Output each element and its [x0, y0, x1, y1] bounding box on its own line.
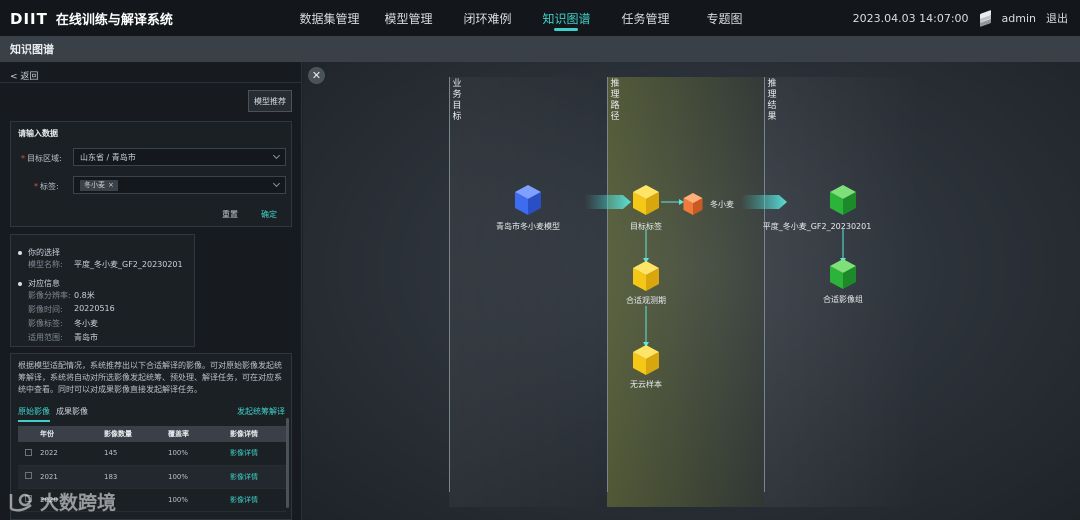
edge-arrow [741, 195, 787, 209]
tab-raw-images[interactable]: 原始影像 [18, 406, 50, 422]
info-row: 适用范围: 青岛市 [28, 333, 98, 342]
page-title: 知识图谱 [10, 43, 54, 56]
reset-button[interactable]: 重置 [222, 209, 238, 220]
left-panel: < 返回 模型推荐 请输入数据 * 目标区域: 山东省 / 青岛市 * 标签: 冬小… [0, 62, 302, 520]
logout-link[interactable]: 退出 [1046, 10, 1068, 26]
app-title: 在线训练与解译系统 [55, 13, 173, 28]
selection-info: 你的选择 模型名称: 平度_冬小麦_GF2_20230201 对应信息 影像分辨率… [10, 234, 195, 347]
cloud-free-node-label: 无云样本 [630, 380, 662, 389]
confirm-button[interactable]: 确定 [261, 209, 277, 220]
region-value: 山东省 / 青岛市 [80, 152, 136, 162]
tags-label: * 标签: [34, 182, 59, 191]
table-row: 2021 183 100% 影像详情 [18, 465, 286, 489]
target-node-label: 目标标签 [630, 222, 662, 231]
crop-node-icon[interactable] [682, 192, 704, 216]
watermark-text: 大数跨境 [40, 492, 117, 514]
info-row: 影像标签: 冬小麦 [28, 319, 98, 328]
chevron-down-icon [272, 151, 281, 160]
model-node-icon[interactable] [513, 184, 543, 216]
image-detail-link[interactable]: 影像详情 [230, 473, 258, 481]
table-scrollbar[interactable] [286, 418, 289, 508]
table-row: 2022 145 100% 影像详情 [18, 442, 286, 466]
nav-item-model[interactable]: 模型管理 [369, 0, 448, 36]
edge-arrow [585, 195, 631, 209]
header-right: 2023.04.03 14:07:00 admin 退出 [853, 0, 1068, 36]
batch-interpret-link[interactable]: 发起统筹解译 [237, 406, 285, 417]
logo-mark: DIIT [10, 9, 48, 28]
tab-result-images[interactable]: 成果影像 [56, 406, 88, 422]
main-nav: 数据集管理 模型管理 闭环难例 知识图谱 任务管理 专题图 [290, 0, 764, 36]
image-tabs: 原始影像 成果影像 [18, 406, 88, 422]
phase-node-icon[interactable] [631, 260, 661, 292]
cloud-free-node-icon[interactable] [631, 344, 661, 376]
datetime: 2023.04.03 14:07:00 [852, 11, 969, 25]
image-detail-link[interactable]: 影像详情 [230, 496, 258, 504]
result-node-icon[interactable] [828, 184, 858, 216]
info-row: 影像分辨率: 0.8米 [28, 291, 95, 300]
recommend-description: 根据模型适配情况，系统推荐出以下合适解译的影像。可对原始影像发起统筹解译，系统将… [18, 361, 282, 394]
model-node-label: 青岛市冬小麦模型 [496, 222, 560, 231]
region-label: * 目标区域: [21, 154, 62, 163]
region-select[interactable]: 山东省 / 青岛市 [73, 148, 286, 166]
nav-item-hard-cases[interactable]: 闭环难例 [448, 0, 527, 36]
table-header: 年份 影像数量 覆盖率 影像详情 [18, 426, 286, 442]
tag-chip: 冬小麦 × [80, 179, 118, 191]
target-node-icon[interactable] [631, 184, 661, 216]
close-icon[interactable]: × [108, 181, 114, 189]
page-title-bar: 知识图谱 [0, 36, 1080, 62]
phase-node-label: 合适观测期 [626, 296, 666, 305]
nav-item-tasks[interactable]: 任务管理 [606, 0, 685, 36]
match-heading: 对应信息 [18, 278, 60, 289]
image-detail-link[interactable]: 影像详情 [230, 449, 258, 457]
back-link[interactable]: < 返回 [10, 69, 38, 82]
nav-item-knowledge-graph[interactable]: 知识图谱 [527, 0, 606, 36]
top-bar: DIIT 在线训练与解译系统 数据集管理 模型管理 闭环难例 知识图谱 任务管理… [0, 0, 1080, 36]
divider [0, 82, 301, 83]
input-form: 请输入数据 * 目标区域: 山东省 / 青岛市 * 标签: 冬小麦 × 重置 确定 [10, 121, 292, 227]
result-node-label: 平度_冬小麦_GF2_20230201 [762, 222, 872, 231]
watermark: 大数跨境 [8, 488, 116, 515]
chevron-down-icon [272, 179, 281, 188]
nav-item-dataset[interactable]: 数据集管理 [290, 0, 369, 36]
model-recommend-button[interactable]: 模型推荐 [248, 90, 292, 112]
user-name[interactable]: admin [1002, 12, 1036, 25]
graph-edges [585, 195, 846, 347]
model-name-row: 模型名称: 平度_冬小麦_GF2_20230201 [28, 260, 183, 269]
watermark-logo-icon [9, 493, 32, 512]
layers-icon[interactable] [979, 9, 992, 27]
row-checkbox[interactable] [25, 472, 32, 479]
image-group-node-label: 合适影像组 [823, 295, 863, 304]
crop-node-label: 冬小麦 [710, 200, 734, 209]
input-form-title: 请输入数据 [18, 129, 58, 138]
tags-select[interactable]: 冬小麦 × [73, 176, 286, 194]
info-row: 影像时间: 20220516 [28, 304, 115, 314]
choice-heading: 你的选择 [18, 247, 60, 258]
image-group-node-icon[interactable] [828, 258, 858, 290]
knowledge-graph-canvas[interactable]: ✕ 业务目标 推理路径 推理结果 青岛市冬小麦模型 目标标签 冬小麦 合适观测期… [303, 62, 1080, 520]
nav-item-thematic-map[interactable]: 专题图 [685, 0, 764, 36]
logo: DIIT 在线训练与解译系统 [10, 9, 173, 29]
row-checkbox[interactable] [25, 448, 32, 456]
